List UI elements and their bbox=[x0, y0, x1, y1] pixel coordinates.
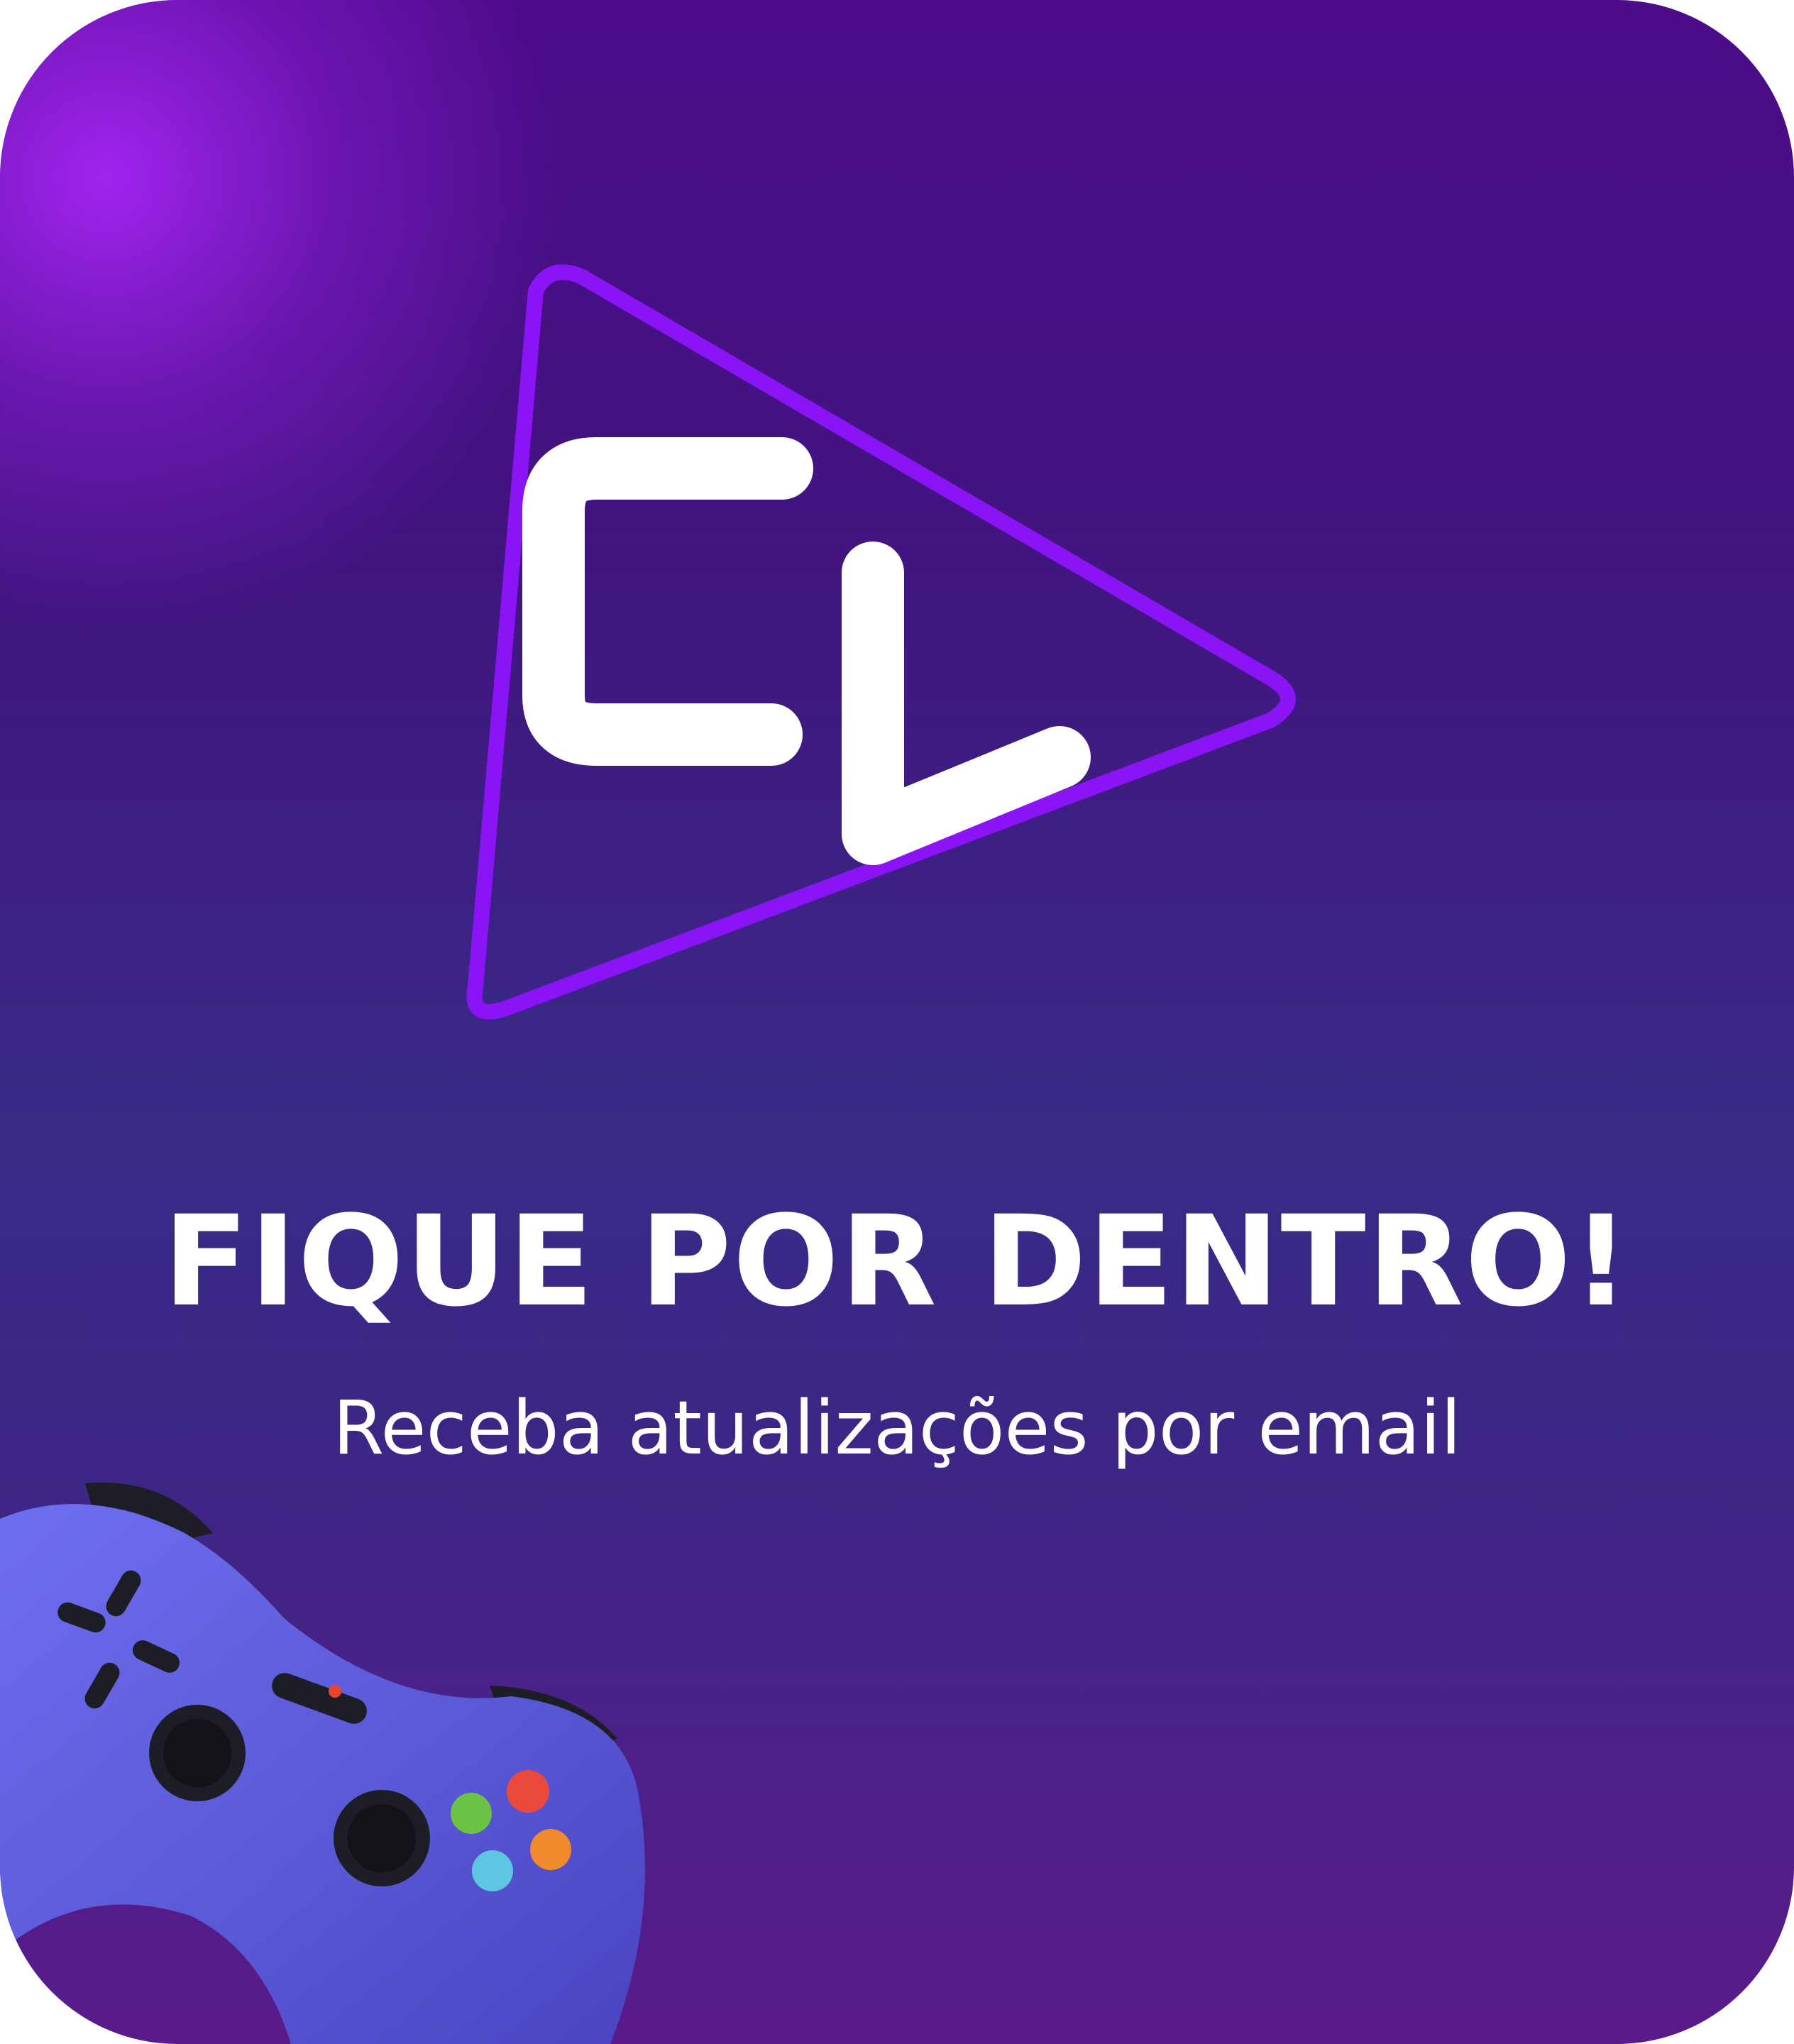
controller-body bbox=[0, 1504, 645, 2044]
logo-letter-l bbox=[842, 542, 1091, 865]
face-button-orange bbox=[530, 1829, 571, 1870]
headline: FIQUE POR DENTRO! bbox=[163, 1189, 1631, 1334]
logo-letter-c bbox=[522, 437, 813, 766]
left-analog-stick-top bbox=[163, 1719, 231, 1787]
subheadline: Receba atualizações por email bbox=[332, 1385, 1462, 1471]
right-analog-stick-top bbox=[348, 1804, 416, 1872]
face-button-cyan bbox=[472, 1850, 513, 1891]
face-button-green bbox=[451, 1793, 492, 1834]
newsletter-card: FIQUE POR DENTRO! Receba atualizações po… bbox=[0, 0, 1794, 2044]
game-controller-icon bbox=[0, 1482, 645, 2044]
face-button-red bbox=[507, 1770, 549, 1813]
cl-logo bbox=[466, 264, 1296, 1020]
status-led bbox=[329, 1685, 341, 1698]
